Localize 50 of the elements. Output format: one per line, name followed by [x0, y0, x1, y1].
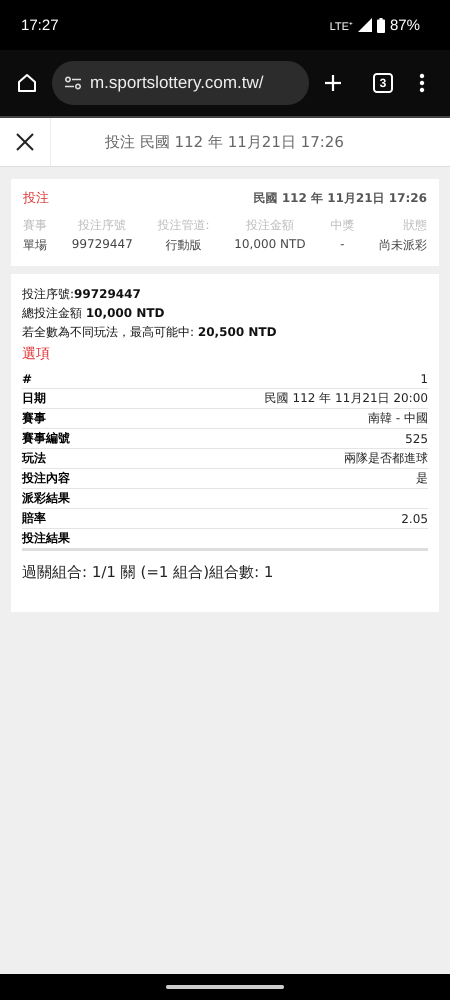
column-value: - [340, 237, 344, 251]
row-label: 投注結果 [22, 530, 70, 547]
row-value: 兩隊是否都進球 [344, 450, 428, 467]
column-heading: 投注序號 [78, 217, 126, 234]
new-tab-icon[interactable] [323, 73, 343, 93]
summary-line: 若全數為不同玩法，最高可能中: 20,500 NTD [22, 324, 278, 341]
row-label: 賽事編號 [22, 430, 70, 447]
column-heading: 狀態 [403, 217, 427, 234]
url-text: m.sportslottery.com.tw/ [90, 73, 264, 93]
row-label: # [22, 372, 32, 386]
column-heading: 投注金額 [246, 217, 294, 234]
summary-line: 投注序號:99729447 [22, 286, 142, 303]
combination-text: 過關組合: 1/1 關 (=1 組合)組合數: 1 [22, 563, 274, 582]
address-bar[interactable]: m.sportslottery.com.tw/ [52, 61, 309, 105]
gesture-handle[interactable] [166, 985, 284, 989]
row-value: 南韓 - 中國 [368, 410, 428, 427]
row-value: 525 [405, 432, 428, 446]
column-heading: 投注管道: [157, 217, 210, 234]
home-icon[interactable] [16, 72, 38, 94]
close-icon[interactable] [16, 133, 34, 151]
menu-icon[interactable] [419, 73, 425, 93]
column-heading: 中獎 [330, 217, 354, 234]
row-label: 投注內容 [22, 470, 70, 487]
column-value: 尚未派彩 [379, 237, 427, 254]
row-value: 2.05 [401, 512, 428, 526]
bet-date: 民國 112 年 11月21日 17:26 [254, 190, 427, 206]
row-label: 賽事 [22, 410, 46, 427]
page-title: 投注 民國 112 年 11月21日 17:26 [105, 132, 344, 152]
column-value: 行動版 [166, 237, 202, 254]
network-type: LTE⁺ [330, 20, 353, 32]
column-value: 99729447 [72, 237, 133, 251]
battery-icon [376, 18, 385, 32]
column-value: 10,000 NTD [234, 237, 306, 251]
clock: 17:27 [21, 16, 59, 34]
row-label: 賠率 [22, 510, 46, 527]
row-value: 1 [420, 372, 428, 386]
summary-line: 總投注金額 10,000 NTD [22, 305, 166, 322]
row-label: 派彩結果 [22, 490, 70, 507]
battery-level: 87% [390, 16, 420, 34]
column-heading: 賽事 [23, 217, 47, 234]
bet-label: 投注 [23, 190, 49, 207]
signal-icon [358, 18, 372, 32]
row-label: 日期 [22, 390, 46, 407]
options-heading: 選項 [22, 345, 51, 363]
tab-count-button[interactable]: 3 [373, 73, 393, 93]
site-settings-icon[interactable] [64, 76, 82, 90]
column-value: 單場 [23, 237, 47, 254]
row-value: 民國 112 年 11月21日 20:00 [264, 390, 428, 407]
row-value: 是 [416, 470, 428, 487]
row-label: 玩法 [22, 450, 46, 467]
